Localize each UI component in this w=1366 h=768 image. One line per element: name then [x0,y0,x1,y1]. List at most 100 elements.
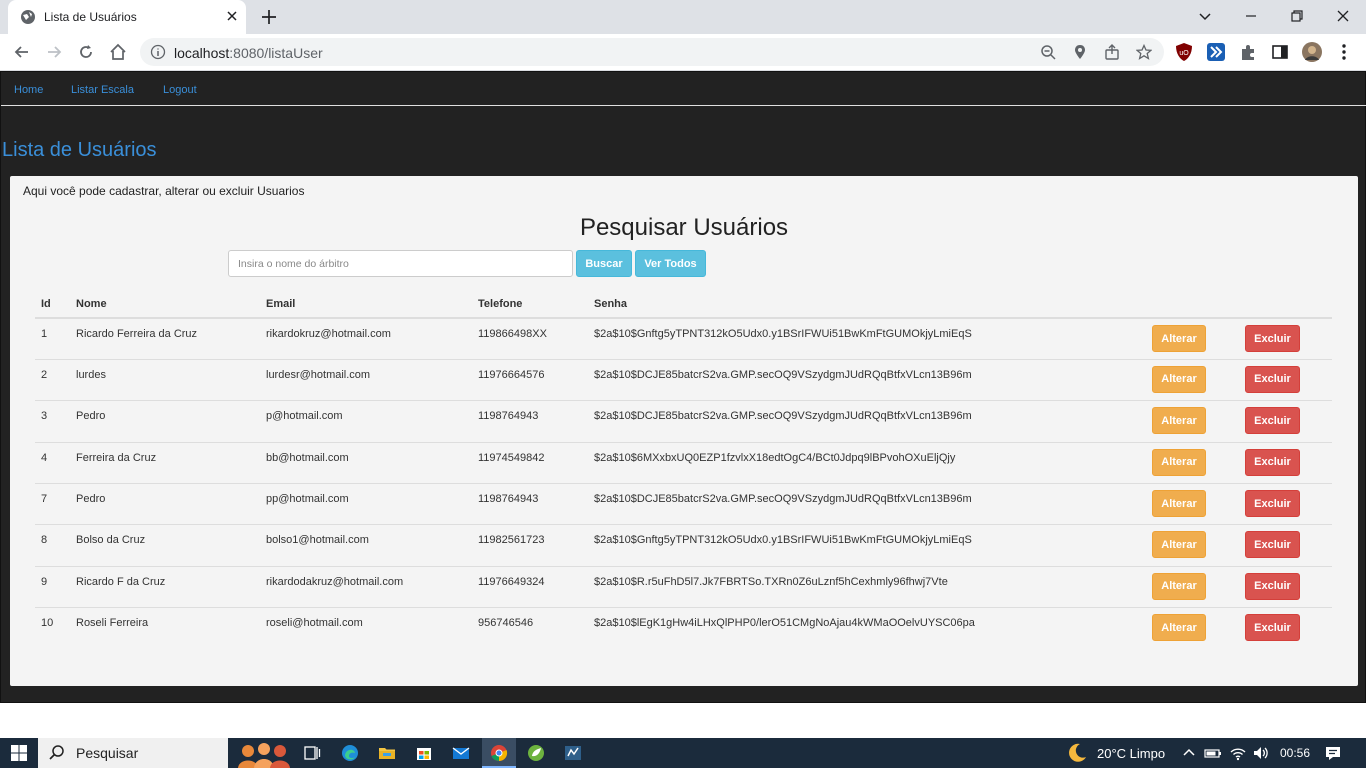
alterar-button[interactable]: Alterar [1152,572,1206,600]
zoom-icon[interactable] [1040,44,1056,60]
globe-icon [21,10,35,24]
cell-email: p@hotmail.com [260,400,472,443]
search-heading: Pesquisar Usuários [579,214,789,241]
nav-listar-escala-link[interactable]: Listar Escala [71,84,134,96]
nav-logout-link[interactable]: Logout [163,84,197,96]
mysql-workbench-icon[interactable] [564,744,582,762]
cell-senha: $2a$10$6MXxbxUQ0EZP1fzvlxX18edtOgC4/BCt0… [588,441,1146,484]
browser-toolbar: localhost:8080/listaUser uO [0,34,1366,71]
nav-home-link[interactable]: Home [14,84,43,96]
page-content: Home Listar Escala Logout Lista de Usuár… [0,71,1366,703]
home-icon[interactable] [108,42,128,62]
search-input[interactable] [228,250,573,277]
battery-icon[interactable] [1204,744,1222,762]
alterar-button[interactable]: Alterar [1152,365,1206,393]
moon-weather-icon[interactable] [1066,742,1088,764]
header-senha: Senha [588,290,1146,319]
chrome-taskbar-active[interactable] [482,738,516,768]
excluir-button[interactable]: Excluir [1245,490,1300,518]
wifi-icon[interactable] [1229,744,1247,762]
buscar-button[interactable]: Buscar [576,250,632,277]
cell-id: 1 [35,317,70,360]
excluir-button[interactable]: Excluir [1245,531,1300,559]
back-icon[interactable] [12,42,32,62]
table-row: 1 Ricardo Ferreira da Cruz rikardokruz@hot… [35,317,1332,360]
cell-email: rikardokruz@hotmail.com [260,317,472,360]
cell-telefone: 11976649324 [472,565,588,608]
site-info-icon[interactable] [150,44,166,60]
excluir-button[interactable]: Excluir [1245,325,1300,352]
excluir-button[interactable]: Excluir [1245,365,1300,393]
cell-id: 3 [35,400,70,443]
bookmark-star-icon[interactable] [1136,44,1152,60]
cell-senha: $2a$10$lEgK1gHw4iLHxQlPHP0/lerO51CMgNoAj… [588,607,1146,650]
cell-alterar: Alterar [1146,565,1239,608]
new-tab-icon[interactable] [260,8,278,26]
alterar-button[interactable]: Alterar [1152,407,1206,435]
windows-start-icon[interactable] [10,744,28,762]
menu-dots-icon[interactable] [1334,42,1354,62]
header-id: Id [35,290,70,319]
header-excluir [1239,290,1332,319]
cell-alterar: Alterar [1146,524,1239,567]
reload-icon[interactable] [76,42,96,62]
file-explorer-icon[interactable] [378,744,396,762]
table-row: 4 Ferreira da Cruz bb@hotmail.com 119745498… [35,441,1332,484]
header-telefone: Telefone [472,290,588,319]
clock-time[interactable]: 00:56 [1280,746,1310,760]
notifications-icon[interactable] [1324,744,1342,762]
browser-tab[interactable]: Lista de Usuários [8,0,246,34]
excluir-button[interactable]: Excluir [1245,448,1300,476]
cell-excluir: Excluir [1239,524,1332,567]
mail-icon[interactable] [452,744,470,762]
cell-excluir: Excluir [1239,400,1332,443]
excluir-button[interactable]: Excluir [1245,614,1300,642]
chevron-up-icon[interactable] [1182,744,1196,762]
weather-text[interactable]: 20°C Limpo [1097,746,1165,761]
cell-id: 2 [35,358,70,401]
restore-icon[interactable] [1287,6,1307,26]
tab-search-chevron-icon[interactable] [1195,6,1215,26]
cell-email: bb@hotmail.com [260,441,472,484]
excluir-button[interactable]: Excluir [1245,407,1300,435]
table-row: 8 Bolso da Cruz bolso1@hotmail.com 11982561… [35,524,1332,567]
address-bar[interactable]: localhost:8080/listaUser [140,38,1164,66]
window-close-icon[interactable] [1333,6,1353,26]
extensions-puzzle-icon[interactable] [1238,42,1258,62]
search-highlight-illustration-icon [238,743,290,768]
alterar-button[interactable]: Alterar [1152,325,1206,352]
excluir-button[interactable]: Excluir [1245,572,1300,600]
microsoft-store-icon[interactable] [415,744,433,762]
cell-nome: Ferreira da Cruz [70,441,260,484]
taskbar-search-box[interactable]: Pesquisar [38,738,290,768]
edge-browser-icon[interactable] [341,744,359,762]
side-panel-icon[interactable] [1270,42,1290,62]
cell-email: roseli@hotmail.com [260,607,472,650]
cell-senha: $2a$10$DCJE85batcrS2va.GMP.secOQ9VSzydgm… [588,400,1146,443]
cell-telefone: 119866498XX [472,317,588,360]
task-view-icon[interactable] [303,744,321,762]
cell-excluir: Excluir [1239,607,1332,650]
extension-forward-icon[interactable] [1206,42,1226,62]
cell-nome: Pedro [70,483,260,525]
cell-telefone: 1198764943 [472,400,588,443]
ver-todos-button[interactable]: Ver Todos [635,250,706,277]
minimize-icon[interactable] [1241,6,1261,26]
cell-telefone: 11976664576 [472,358,588,401]
profile-avatar[interactable] [1302,42,1322,62]
ublock-origin-icon[interactable]: uO [1174,42,1194,62]
cell-senha: $2a$10$Gnftg5yTPNT312kO5Udx0.y1BSrIFWUi5… [588,317,1146,360]
alterar-button[interactable]: Alterar [1152,448,1206,476]
spring-tools-icon[interactable] [527,744,545,762]
alterar-button[interactable]: Alterar [1152,490,1206,518]
location-icon[interactable] [1072,44,1088,60]
forward-icon[interactable] [44,42,64,62]
cell-excluir: Excluir [1239,441,1332,484]
share-icon[interactable] [1104,44,1120,60]
volume-icon[interactable] [1252,744,1270,762]
cell-senha: $2a$10$DCJE85batcrS2va.GMP.secOQ9VSzydgm… [588,483,1146,525]
close-tab-icon[interactable] [224,8,240,24]
alterar-button[interactable]: Alterar [1152,531,1206,559]
alterar-button[interactable]: Alterar [1152,614,1206,642]
users-panel: Aqui você pode cadastrar, alterar ou exc… [10,176,1358,686]
